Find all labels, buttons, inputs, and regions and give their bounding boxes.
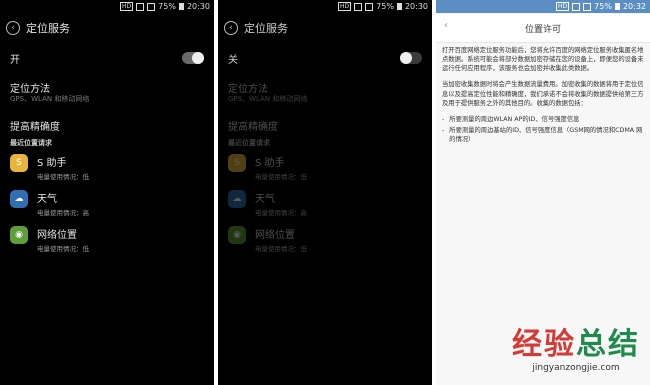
list-item: - 所要测量的周边基站的ID、信号强度信息（GSM网的情况和CDMA 网的情况） — [442, 126, 644, 144]
recent-requests-header: 最近位置请求 — [10, 139, 52, 147]
app-name: 网络位置 — [255, 230, 295, 241]
location-toggle-row[interactable]: 开 — [10, 50, 204, 66]
hd-badge: HD — [556, 2, 570, 11]
watermark-url: jingyanzongjie.com — [532, 363, 620, 373]
app-name: 天气 — [37, 194, 57, 205]
bullet-dash-icon: - — [442, 115, 445, 123]
bullet-dash-icon: - — [442, 126, 445, 134]
assistant-icon: S — [10, 154, 28, 172]
list-item: S S 助手 电量使用情况：低 — [228, 154, 307, 181]
battery-icon — [178, 3, 184, 10]
location-permission-screen: HD 75% 20:32 ‹ 位置许可 打开百度网络定位服务功能后，您将允许百度… — [436, 0, 650, 385]
status-time: 20:32 — [622, 2, 646, 11]
location-toggle-row[interactable]: 关 — [228, 50, 422, 66]
logo-part2: 总结 — [576, 327, 640, 362]
battery-percent: 75% — [376, 2, 394, 11]
weather-icon: ☁ — [228, 190, 246, 208]
battery-percent: 75% — [158, 2, 176, 11]
toggle-label: 关 — [228, 54, 238, 66]
paragraph: 打开百度网络定位服务功能后，您将允许百度的网络定位服务收集匿名地点数据。系统可能… — [442, 47, 644, 73]
assistant-icon: S — [228, 154, 246, 172]
toggle-label: 开 — [10, 54, 20, 66]
app-name: 网络位置 — [37, 230, 77, 241]
bullet-text: 所要测量的周边基站的ID、信号强度信息（GSM网的情况和CDMA 网的情况） — [449, 126, 643, 143]
improve-accuracy-item[interactable]: 提高精确度 — [10, 118, 60, 133]
page-title: 定位服务 — [26, 22, 70, 35]
watermark-logo: 经验总结 — [512, 330, 640, 360]
watermark: 经验总结 jingyanzongjie.com — [512, 330, 640, 374]
page-title: 位置许可 — [524, 24, 561, 35]
status-time: 20:30 — [404, 2, 428, 11]
list-item: ☁ 天气 电量使用情况：高 — [228, 190, 307, 217]
signal-icon — [583, 2, 592, 11]
back-icon[interactable]: ‹ — [224, 21, 238, 35]
header: ‹ 定位服务 — [6, 20, 70, 36]
location-screen-off: HD 75% 20:30 ‹ 定位服务 关 定位方法 GPS、WLAN 和移动网… — [218, 0, 432, 385]
toggle-knob — [400, 52, 412, 64]
battery-percent: 75% — [594, 2, 612, 11]
app-name: S 助手 — [37, 158, 67, 169]
wifi-icon — [354, 2, 363, 11]
app-name: S 助手 — [255, 158, 285, 169]
status-bar: HD 75% 20:30 — [218, 0, 432, 13]
app-battery-usage: 电量使用情况：低 — [255, 173, 307, 181]
hd-badge: HD — [120, 2, 134, 11]
app-battery-usage: 电量使用情况：高 — [255, 209, 307, 217]
location-toggle[interactable] — [400, 52, 422, 64]
location-screen-on: HD 75% 20:30 ‹ 定位服务 开 定位方法 GPS、WLAN 和移动网… — [0, 0, 214, 385]
weather-icon: ☁ — [10, 190, 28, 208]
list-item: - 所要测量的周边WLAN AP的ID、信号强度信息 — [442, 115, 644, 124]
location-method-title[interactable]: 定位方法 — [10, 80, 50, 95]
logo-part1: 经验 — [512, 327, 576, 362]
battery-icon — [614, 3, 620, 10]
hd-badge: HD — [338, 2, 352, 11]
header: ‹ 定位服务 — [224, 20, 288, 36]
back-icon[interactable]: ‹ — [444, 20, 448, 31]
location-method-sub: GPS、WLAN 和移动网络 — [10, 95, 90, 103]
list-item[interactable]: ☁ 天气 电量使用情况：高 — [10, 190, 89, 217]
permission-text: 打开百度网络定位服务功能后，您将允许百度的网络定位服务收集匿名地点数据。系统可能… — [442, 46, 644, 146]
android-icon: ◉ — [10, 226, 28, 244]
header: ‹ 位置许可 — [436, 14, 650, 43]
page-title: 定位服务 — [244, 22, 288, 35]
bullet-text: 所要测量的周边WLAN AP的ID、信号强度信息 — [449, 115, 580, 123]
signal-icon — [147, 2, 156, 11]
recent-requests-header: 最近位置请求 — [228, 139, 270, 147]
status-time: 20:30 — [186, 2, 210, 11]
location-method-sub: GPS、WLAN 和移动网络 — [228, 95, 308, 103]
wifi-icon — [572, 2, 581, 11]
wifi-icon — [136, 2, 145, 11]
toggle-knob — [192, 52, 204, 64]
android-icon: ◉ — [228, 226, 246, 244]
status-bar: HD 75% 20:32 — [436, 0, 650, 13]
location-toggle[interactable] — [182, 52, 204, 64]
list-item: ◉ 网络位置 电量使用情况：低 — [228, 226, 307, 253]
app-battery-usage: 电量使用情况：低 — [37, 245, 89, 253]
app-battery-usage: 电量使用情况：低 — [255, 245, 307, 253]
paragraph: 当加密收集数据时将会产生数据流量费用。加密收集的数据将用于定位信息以及提高定位性… — [442, 81, 644, 107]
app-name: 天气 — [255, 194, 275, 205]
app-battery-usage: 电量使用情况：低 — [37, 173, 89, 181]
list-item[interactable]: S S 助手 电量使用情况：低 — [10, 154, 89, 181]
list-item[interactable]: ◉ 网络位置 电量使用情况：低 — [10, 226, 89, 253]
status-bar: HD 75% 20:30 — [0, 0, 214, 13]
location-method-title: 定位方法 — [228, 84, 268, 95]
battery-icon — [396, 3, 402, 10]
app-battery-usage: 电量使用情况：高 — [37, 209, 89, 217]
back-icon[interactable]: ‹ — [6, 21, 20, 35]
signal-icon — [365, 2, 374, 11]
improve-accuracy-item: 提高精确度 — [228, 122, 278, 133]
